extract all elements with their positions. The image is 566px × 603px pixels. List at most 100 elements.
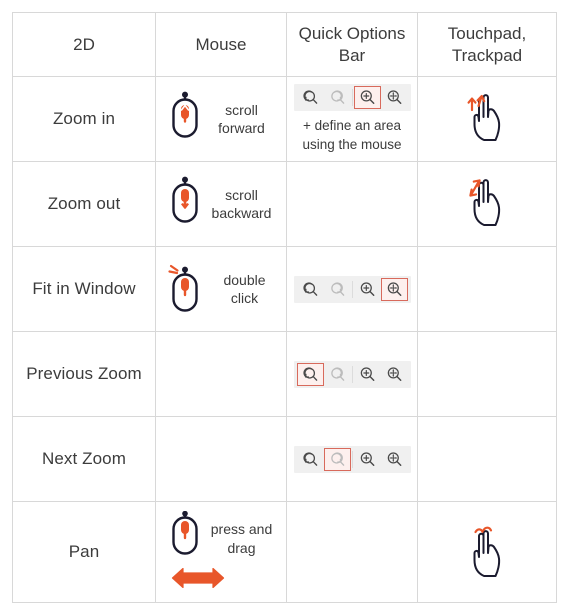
row-mouse-cell: scroll forward <box>155 76 287 162</box>
next-zoom-button[interactable] <box>324 363 351 386</box>
action-label: Zoom out <box>47 194 121 213</box>
header-mouse: Mouse <box>155 12 287 77</box>
row-quick-options-cell <box>286 501 418 603</box>
action-label: Next Zoom <box>41 449 127 468</box>
zoom-in-button[interactable] <box>354 363 381 386</box>
mouse-scroll-forward-icon <box>168 91 202 148</box>
quick-options-note: + define an area using the mouse <box>302 118 402 152</box>
row-action-cell: Zoom in <box>12 76 156 162</box>
header-2d: 2D <box>12 12 156 77</box>
mouse-gesture: scroll backward <box>156 176 286 233</box>
row-quick-options-cell <box>286 331 418 417</box>
row-quick-options-cell <box>286 161 418 247</box>
row-action-cell: Zoom out <box>12 161 156 247</box>
previous-zoom-icon <box>302 281 317 296</box>
previous-zoom-button[interactable] <box>297 86 324 109</box>
next-zoom-button[interactable] <box>324 278 351 301</box>
previous-zoom-icon <box>302 451 317 466</box>
touchpad-gesture <box>418 173 556 236</box>
action-label: Fit in Window <box>32 279 136 298</box>
toolbar-separator <box>351 365 353 383</box>
toolbar-separator <box>351 89 353 107</box>
two-finger-swipe-icon <box>461 518 513 587</box>
two-finger-pinch-icon <box>461 173 513 236</box>
quick-options-bar-toolbar <box>293 445 411 473</box>
previous-zoom-button[interactable] <box>296 362 324 386</box>
zoom-in-icon <box>360 366 374 381</box>
interaction-matrix-table: 2D Mouse Quick Options Bar Touchpad, Tra… <box>12 12 557 603</box>
previous-zoom-icon <box>302 90 317 105</box>
fit-in-window-button[interactable] <box>381 448 408 471</box>
previous-zoom-button[interactable] <box>297 278 324 301</box>
row-mouse-cell <box>155 416 287 502</box>
row-quick-options-cell: + define an area using the mouse <box>286 76 418 162</box>
quick-options-bar <box>287 360 417 388</box>
table-header: 2D Mouse Quick Options Bar Touchpad, Tra… <box>12 12 557 77</box>
header-touchpad-trackpad: Touchpad, Trackpad <box>417 12 557 77</box>
action-label: Previous Zoom <box>26 364 142 383</box>
row-mouse-cell: scroll backward <box>155 161 287 247</box>
previous-zoom-icon <box>302 366 317 381</box>
row-touchpad-cell <box>417 161 557 247</box>
mouse-gesture: scroll forward <box>156 91 286 148</box>
previous-zoom-button[interactable] <box>297 448 324 471</box>
screenshot-root: 2D Mouse Quick Options Bar Touchpad, Tra… <box>0 0 566 603</box>
action-label: Zoom in <box>52 109 116 128</box>
row-mouse-cell <box>155 331 287 417</box>
zoom-in-button[interactable] <box>353 86 381 110</box>
quick-options-bar-toolbar <box>293 275 411 303</box>
table-row: Zoom in scroll forward + define an area … <box>12 76 557 162</box>
row-quick-options-cell <box>286 246 418 332</box>
mouse-press-and-drag-icon <box>168 510 202 566</box>
next-zoom-icon <box>330 281 344 296</box>
quick-options-bar: + define an area using the mouse <box>287 84 417 153</box>
next-zoom-button[interactable] <box>324 86 351 109</box>
next-zoom-button[interactable] <box>323 447 351 471</box>
table-row: Pan press and drag <box>12 501 557 603</box>
quick-options-bar <box>287 275 417 303</box>
next-zoom-icon <box>330 90 344 105</box>
mouse-caption: press and drag <box>210 521 273 556</box>
next-zoom-icon <box>330 366 344 381</box>
fit-in-window-button[interactable] <box>381 86 408 109</box>
two-finger-scroll-up-icon <box>461 88 513 151</box>
mouse-double-click-icon <box>165 259 205 320</box>
row-action-cell: Previous Zoom <box>12 331 156 417</box>
zoom-in-icon <box>360 281 374 296</box>
row-mouse-cell: press and drag <box>155 501 287 603</box>
row-action-cell: Next Zoom <box>12 416 156 502</box>
fit-in-window-icon <box>387 281 401 296</box>
row-touchpad-cell <box>417 246 557 332</box>
horizontal-drag-arrow-icon <box>171 566 225 593</box>
fit-in-window-button[interactable] <box>381 363 408 386</box>
touchpad-gesture <box>418 518 556 587</box>
fit-in-window-icon <box>387 366 401 381</box>
mouse-caption: double click <box>223 271 266 306</box>
row-touchpad-cell <box>417 331 557 417</box>
mouse-gesture-row: press and drag <box>168 510 275 566</box>
row-touchpad-cell <box>417 416 557 502</box>
row-quick-options-cell <box>286 416 418 502</box>
row-action-cell: Fit in Window <box>12 246 156 332</box>
fit-in-window-button[interactable] <box>380 277 408 301</box>
zoom-in-icon <box>360 90 374 105</box>
next-zoom-icon <box>330 451 344 466</box>
row-touchpad-cell <box>417 76 557 162</box>
row-touchpad-cell <box>417 501 557 603</box>
zoom-in-icon <box>360 451 374 466</box>
mouse-gesture: press and drag <box>156 510 286 593</box>
mouse-gesture: double click <box>156 259 286 320</box>
row-mouse-cell: double click <box>155 246 287 332</box>
zoom-in-button[interactable] <box>354 448 381 471</box>
table-header-row: 2D Mouse Quick Options Bar Touchpad, Tra… <box>12 12 557 77</box>
table-row: Fit in Window double click <box>12 246 557 332</box>
table-row: Next Zoom <box>12 416 557 502</box>
table-row: Zoom out scroll backward <box>12 161 557 247</box>
table-body: Zoom in scroll forward + define an area … <box>12 76 557 603</box>
quick-options-bar <box>287 445 417 473</box>
fit-in-window-icon <box>387 90 401 105</box>
zoom-in-button[interactable] <box>354 278 381 301</box>
mouse-scroll-backward-icon <box>168 176 202 233</box>
mouse-caption: scroll forward <box>218 101 265 136</box>
header-quick-options-bar: Quick Options Bar <box>286 12 418 77</box>
